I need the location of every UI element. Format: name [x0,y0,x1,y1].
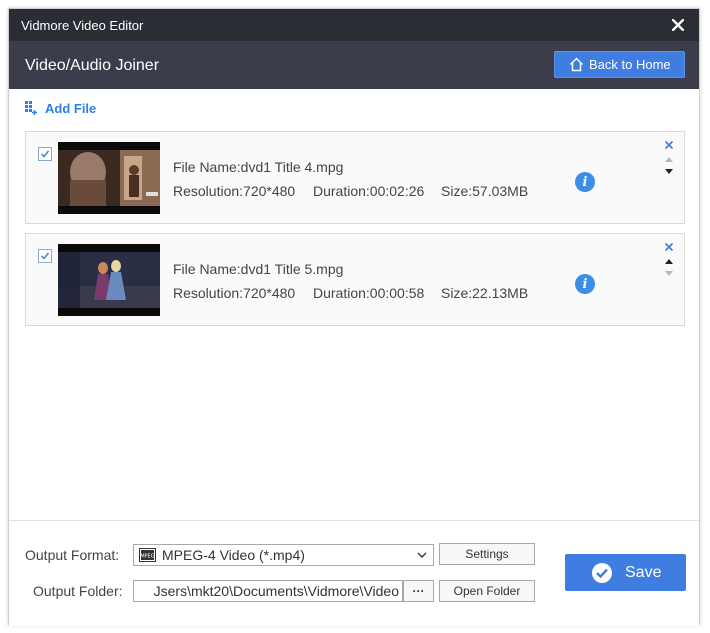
remove-icon[interactable] [664,140,674,150]
back-to-home-label: Back to Home [589,57,671,72]
output-folder-label: Output Folder: [33,583,123,599]
save-label: Save [625,563,662,581]
file-meta: Resolution:720*480 Duration:00:02:26 Siz… [173,183,528,199]
checkmark-icon [41,252,50,260]
output-folder-field[interactable]: Jsers\mkt20\Documents\Vidmore\Video [133,580,403,602]
settings-button[interactable]: Settings [439,543,535,565]
add-file-button[interactable]: Add File [24,99,96,117]
video-format-icon: MPEG [139,548,156,562]
output-format-value: MPEG-4 Video (*.mp4) [162,547,305,563]
save-button[interactable]: Save [565,554,686,591]
home-icon [570,57,583,72]
video-thumbnail[interactable] [58,142,160,214]
info-icon[interactable]: i [575,172,595,192]
remove-icon[interactable] [664,242,674,252]
output-settings-panel: Output Format: MPEG MPEG-4 Video (*.mp4)… [9,520,699,626]
browse-folder-button[interactable]: ··· [403,580,434,602]
svg-text:MPEG: MPEG [140,554,154,560]
page-title: Video/Audio Joiner [25,57,160,74]
file-duration: Duration:00:02:26 [313,183,425,199]
info-icon[interactable]: i [575,274,595,294]
output-format-label: Output Format: [25,547,120,563]
file-name: File Name:dvd1 Title 4.mpg [173,159,344,175]
checkmark-icon [41,150,50,158]
back-to-home-button[interactable]: Back to Home [554,51,685,78]
close-icon[interactable] [667,14,689,36]
file-size: Size:22.13MB [441,285,529,301]
title-bar: Vidmore Video Editor [9,9,699,41]
add-file-label: Add File [45,100,97,116]
file-checkbox[interactable] [38,249,52,263]
file-duration: Duration:00:00:58 [313,285,425,301]
file-size: Size:57.03MB [441,183,529,199]
output-format-select[interactable]: MPEG MPEG-4 Video (*.mp4) [133,544,434,566]
file-meta: Resolution:720*480 Duration:00:00:58 Siz… [173,285,528,301]
output-folder-value: Jsers\mkt20\Documents\Vidmore\Video [153,583,399,599]
add-file-icon [25,101,37,115]
move-up-icon[interactable] [664,258,674,265]
move-down-icon[interactable] [664,168,674,175]
file-name: File Name:dvd1 Title 5.mpg [173,261,344,277]
file-row: File Name:dvd1 Title 5.mpg Resolution:72… [25,233,685,326]
file-resolution: Resolution:720*480 [173,183,296,199]
move-up-icon[interactable] [664,156,674,163]
chevron-down-icon [417,552,427,558]
video-thumbnail[interactable] [58,244,160,316]
file-checkbox[interactable] [38,147,52,161]
page-header: Video/Audio Joiner Back to Home [9,41,699,89]
file-row: File Name:dvd1 Title 4.mpg Resolution:72… [25,131,685,224]
window-title: Vidmore Video Editor [21,18,144,33]
check-circle-icon [592,562,612,583]
open-folder-button[interactable]: Open Folder [439,580,535,602]
file-resolution: Resolution:720*480 [173,285,296,301]
app-window: Vidmore Video Editor Video/Audio Joiner … [8,8,700,626]
move-down-icon[interactable] [664,270,674,277]
